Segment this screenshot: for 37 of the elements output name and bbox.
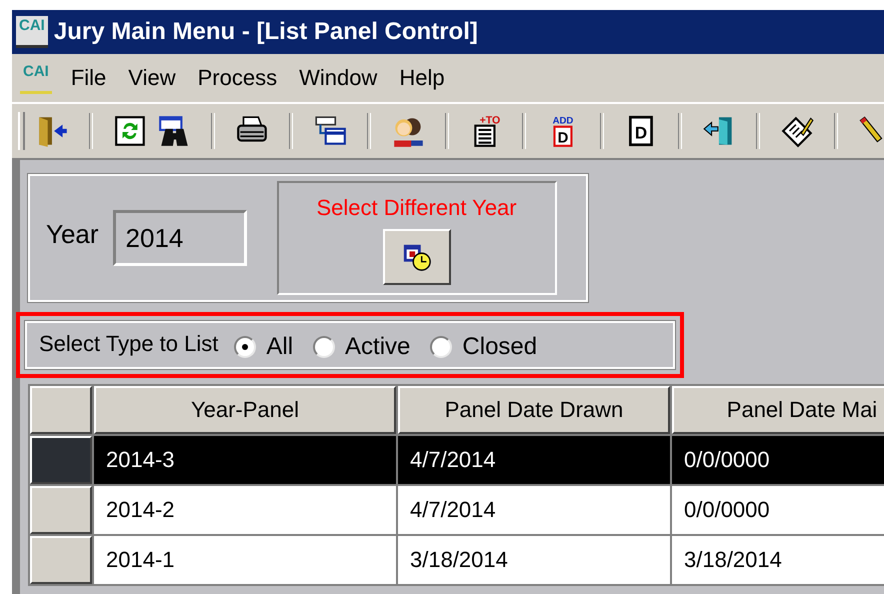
refresh-icon[interactable] [112, 114, 147, 148]
toolbar-grip[interactable] [18, 112, 25, 150]
window-icon[interactable] [312, 114, 347, 148]
window-title: Jury Main Menu - [List Panel Control] [54, 18, 478, 46]
table-cell: 0/0/0000 [672, 486, 884, 534]
table-cell: 2014-3 [94, 436, 396, 484]
row-header[interactable] [30, 486, 92, 534]
type-radio[interactable]: Closed [430, 333, 538, 361]
corner-header[interactable] [30, 386, 92, 434]
year-field[interactable]: 2014 [112, 210, 247, 266]
table-cell: 0/0/0000 [672, 436, 884, 484]
row-header[interactable] [30, 536, 92, 584]
table-cell: 4/7/2014 [398, 486, 670, 534]
type-radio[interactable]: All [234, 333, 294, 361]
menu-item[interactable]: Process [190, 65, 284, 91]
year-label: Year [46, 218, 99, 250]
column-header[interactable]: Panel Date Mai [672, 386, 884, 434]
calendar-clock-icon [402, 242, 432, 272]
table-cell: 3/18/2014 [398, 536, 670, 584]
table-cell: 3/18/2014 [672, 536, 884, 584]
calendar-button[interactable] [382, 229, 451, 285]
select-year-caption: Select Different Year [316, 195, 517, 221]
app-logo: CAI [20, 62, 52, 94]
menu-item[interactable]: View [121, 65, 183, 91]
notepad-icon[interactable] [780, 114, 814, 148]
table-cell: 2014-2 [94, 486, 396, 534]
menu-item[interactable]: Help [392, 65, 452, 91]
column-header[interactable]: Year-Panel [94, 386, 396, 434]
column-header[interactable]: Panel Date Drawn [398, 386, 670, 434]
type-radio[interactable]: Active [313, 333, 410, 361]
row-header[interactable] [30, 436, 92, 484]
table-cell: 4/7/2014 [398, 436, 670, 484]
menu-item[interactable]: Window [292, 65, 384, 91]
table-cell: 2014-1 [94, 536, 396, 584]
menu-item[interactable]: File [64, 65, 114, 91]
type-label: Select Type to List [39, 331, 218, 357]
app-logo: CAI [16, 16, 48, 48]
